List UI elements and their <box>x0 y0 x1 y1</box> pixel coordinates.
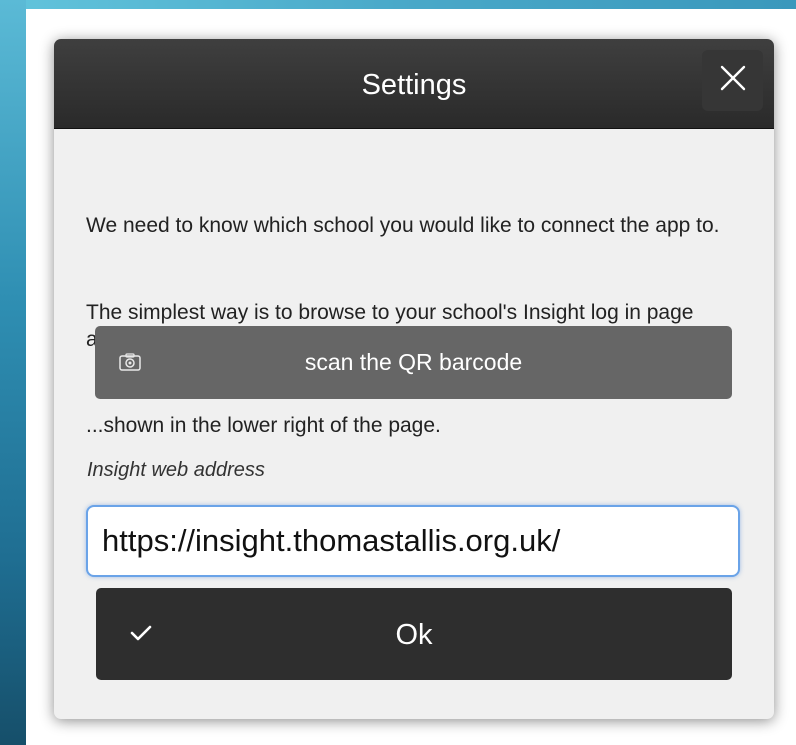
insight-address-input[interactable] <box>86 505 740 577</box>
intro-text: We need to know which school you would l… <box>86 214 720 237</box>
location-text: ...shown in the lower right of the page. <box>86 414 441 437</box>
close-icon <box>720 65 746 96</box>
dialog-title: Settings <box>361 69 467 101</box>
background-left-strip <box>0 0 26 745</box>
background-top-strip <box>0 0 796 9</box>
ok-button-label: Ok <box>395 619 433 651</box>
dialog-body: We need to know which school you would l… <box>54 129 774 719</box>
scan-qr-button[interactable]: scan the QR barcode <box>95 326 732 399</box>
address-field-label: Insight web address <box>87 459 265 481</box>
ok-button[interactable]: Ok <box>96 588 732 680</box>
close-button[interactable] <box>702 50 763 111</box>
dialog-header: Settings <box>54 39 774 129</box>
app-screen: Settings We need to know which school yo… <box>0 0 796 745</box>
scan-qr-button-label: scan the QR barcode <box>304 349 523 375</box>
settings-dialog: Settings We need to know which school yo… <box>54 39 774 719</box>
